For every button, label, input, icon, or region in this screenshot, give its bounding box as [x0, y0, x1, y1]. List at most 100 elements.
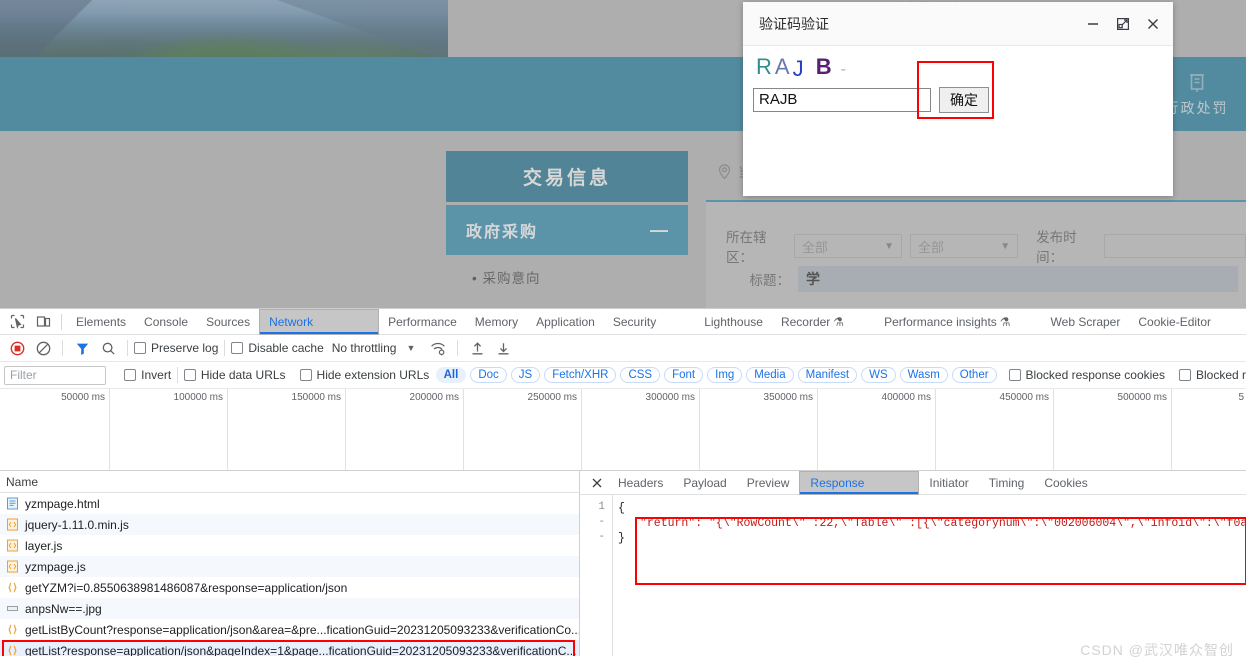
clear-icon[interactable] — [30, 335, 56, 361]
chevron-down-icon[interactable]: ▼ — [406, 343, 415, 353]
flask-icon: ⚗ — [1000, 315, 1011, 329]
detail-tab-payload[interactable]: Payload — [673, 471, 736, 495]
search-icon[interactable] — [95, 335, 121, 361]
table-row[interactable]: yzmpage.html — [0, 493, 579, 514]
tab-memory[interactable]: Memory — [466, 309, 527, 335]
type-filter-wasm[interactable]: Wasm — [900, 367, 948, 383]
type-filter-fetch-xhr[interactable]: Fetch/XHR — [544, 367, 616, 383]
detail-tab-preview[interactable]: Preview — [737, 471, 800, 495]
captcha-image[interactable]: RAJ B- — [756, 54, 849, 80]
doc-icon — [6, 497, 19, 510]
list-item[interactable]: 采购意向 — [472, 267, 688, 287]
inspect-element-icon[interactable] — [4, 310, 30, 334]
tab-application[interactable]: Application — [527, 309, 604, 335]
district-select-2-value: 全部 — [918, 237, 944, 256]
captcha-input[interactable]: RAJB — [753, 88, 931, 112]
confirm-button[interactable]: 确定 — [939, 87, 989, 113]
timeline-tick-label: 100000 ms — [174, 392, 225, 403]
panel-section-gov-purchase[interactable]: 政府采购 — — [446, 205, 688, 255]
tab-performance[interactable]: Performance — [379, 309, 466, 335]
network-toolbar: Preserve log Disable cache No throttling… — [0, 335, 1246, 362]
collapse-icon[interactable]: — — [650, 220, 670, 241]
blocked-requests-label: Blocked r — [1196, 368, 1246, 382]
invert-checkbox[interactable]: Invert — [124, 368, 171, 382]
device-toolbar-icon[interactable] — [30, 310, 56, 334]
table-row[interactable]: getListByCount?response=application/json… — [0, 619, 579, 640]
fold-marker[interactable]: - — [580, 531, 612, 546]
detail-tab-timing[interactable]: Timing — [979, 471, 1035, 495]
minimize-icon[interactable] — [1086, 17, 1100, 31]
network-conditions-icon[interactable] — [425, 335, 451, 361]
timeline-tick-label: 500000 ms — [1118, 392, 1169, 403]
divider — [224, 340, 225, 356]
timeline-tick-label: 50000 ms — [61, 392, 107, 403]
restore-icon[interactable] — [1116, 17, 1130, 31]
captcha-char-1: R — [756, 54, 775, 80]
column-header-name[interactable]: Name — [0, 471, 579, 493]
tab-performance-insights[interactable]: Performance insights⚗ — [875, 309, 1019, 335]
table-row[interactable]: getYZM?i=0.8550638981486087&response=app… — [0, 577, 579, 598]
divider — [127, 340, 128, 356]
preserve-log-label: Preserve log — [151, 341, 218, 355]
import-har-icon[interactable] — [464, 335, 490, 361]
tab-sources[interactable]: Sources — [197, 309, 259, 335]
detail-tab-response[interactable]: Response — [799, 471, 919, 495]
request-name: anpsNw==.jpg — [25, 602, 102, 616]
hero-banner-image — [0, 0, 448, 57]
captcha-char-4: B — [816, 54, 835, 80]
tab-console[interactable]: Console — [135, 309, 197, 335]
blocked-response-cookies-checkbox[interactable]: Blocked response cookies — [1009, 368, 1165, 382]
district-select-2[interactable]: 全部 ▼ — [910, 234, 1018, 258]
table-row[interactable]: layer.js — [0, 535, 579, 556]
type-filter-img[interactable]: Img — [707, 367, 742, 383]
type-filter-manifest[interactable]: Manifest — [798, 367, 857, 383]
disable-cache-checkbox[interactable]: Disable cache — [231, 341, 323, 355]
filter-row-district: 所在辖区： 全部 ▼ 全部 ▼ 发布时间： — [726, 226, 1246, 266]
detail-tab-headers[interactable]: Headers — [608, 471, 673, 495]
tab-security[interactable]: Security — [604, 309, 665, 335]
publish-time-input[interactable] — [1104, 234, 1246, 258]
detail-tab-initiator[interactable]: Initiator — [919, 471, 978, 495]
penalty-icon — [1184, 71, 1210, 95]
type-filter-media[interactable]: Media — [746, 367, 793, 383]
code-key: "return" — [640, 517, 695, 530]
preserve-log-checkbox[interactable]: Preserve log — [134, 341, 218, 355]
hide-extension-urls-checkbox[interactable]: Hide extension URLs — [300, 368, 430, 382]
type-filter-ws[interactable]: WS — [861, 367, 896, 383]
detail-tab-cookies[interactable]: Cookies — [1034, 471, 1097, 495]
tab-network[interactable]: Network — [259, 309, 379, 335]
location-pin-icon — [716, 163, 733, 180]
type-filter-other[interactable]: Other — [952, 367, 997, 383]
devtools-tabbar: Elements Console Sources Network Perform… — [0, 309, 1246, 335]
tab-web-scraper[interactable]: Web Scraper — [1042, 309, 1130, 335]
close-icon[interactable] — [586, 472, 608, 494]
hide-data-urls-checkbox[interactable]: Hide data URLs — [184, 368, 286, 382]
tab-lighthouse[interactable]: Lighthouse — [695, 309, 772, 335]
type-filter-css[interactable]: CSS — [620, 367, 660, 383]
tab-cookie-editor[interactable]: Cookie-Editor — [1129, 309, 1220, 335]
tab-recorder[interactable]: Recorder⚗ — [772, 309, 853, 335]
type-filter-all[interactable]: All — [436, 367, 467, 383]
throttling-select[interactable]: No throttling — [332, 341, 397, 355]
filter-icon[interactable] — [69, 335, 95, 361]
district-select-1[interactable]: 全部 ▼ — [794, 234, 902, 258]
table-row[interactable]: anpsNw==.jpg — [0, 598, 579, 619]
type-filter-doc[interactable]: Doc — [470, 367, 506, 383]
fold-marker[interactable]: - — [580, 516, 612, 531]
filter-input[interactable]: Filter — [4, 366, 106, 385]
type-filter-js[interactable]: JS — [511, 367, 540, 383]
title-input[interactable]: 学 — [798, 266, 1238, 292]
panel-title: 交易信息 — [446, 151, 688, 202]
tab-elements[interactable]: Elements — [67, 309, 135, 335]
close-icon[interactable] — [1146, 17, 1160, 31]
response-body-viewer[interactable]: 1 - - { "return": "{\"RowCount\" :22,\"T… — [580, 495, 1246, 656]
table-row[interactable]: jquery-1.11.0.min.js — [0, 514, 579, 535]
table-row[interactable]: yzmpage.js — [0, 556, 579, 577]
blocked-requests-checkbox[interactable]: Blocked r — [1179, 368, 1246, 382]
xhr-icon — [6, 581, 19, 594]
network-overview-timeline[interactable]: 50000 ms 100000 ms 150000 ms 200000 ms 2… — [0, 389, 1246, 471]
table-row[interactable]: getList?response=application/json&pageIn… — [0, 640, 579, 656]
record-stop-icon[interactable] — [4, 335, 30, 361]
export-har-icon[interactable] — [490, 335, 516, 361]
type-filter-font[interactable]: Font — [664, 367, 703, 383]
